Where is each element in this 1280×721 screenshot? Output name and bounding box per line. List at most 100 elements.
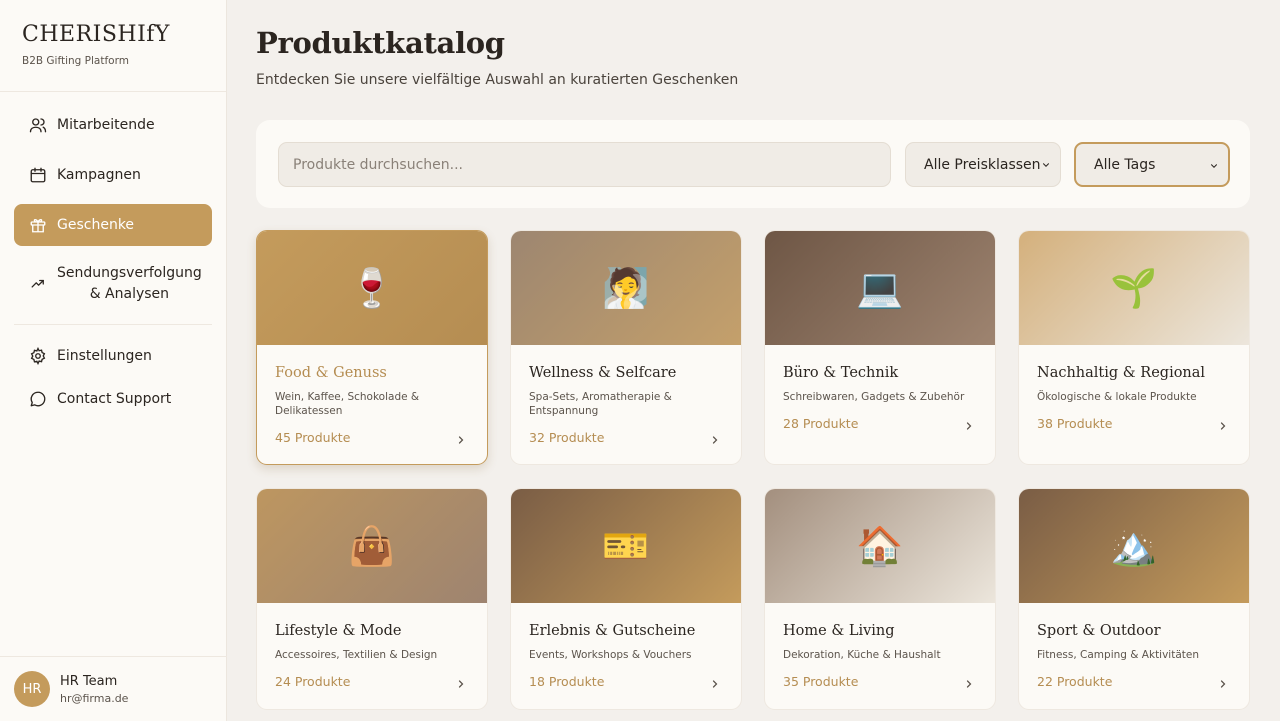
user-name: HR Team [60, 673, 118, 689]
category-card[interactable]: 🎫 Erlebnis & Gutscheine Events, Workshops … [510, 488, 742, 710]
nav-divider [14, 324, 212, 325]
category-footer: 18 Produkte [529, 674, 723, 689]
category-footer: 45 Produkte [275, 430, 469, 445]
category-description: Ökologische & lokale Produkte [1037, 391, 1197, 403]
mountain-icon: 🏔️ [1110, 523, 1158, 568]
seedling-icon: 🌱 [1110, 265, 1158, 310]
category-card[interactable]: 🏔️ Sport & Outdoor Fitness, Camping & Akti… [1018, 488, 1250, 710]
chevron-right-icon[interactable] [455, 675, 469, 689]
trend-icon [28, 274, 48, 294]
category-image: 🧖 [511, 231, 741, 345]
category-card-body: Food & Genuss Wein, Kaffee, Schokolade & … [257, 345, 487, 445]
sidebar-item-label: Sendungsverfolgung & Analysen [57, 263, 202, 305]
chevron-right-icon[interactable] [963, 417, 977, 431]
sidebar: CHERISHIfY B2B Gifting Platform Mitarbei… [0, 0, 227, 721]
handbag-icon: 👜 [348, 523, 396, 568]
category-card[interactable]: 🧖 Wellness & Selfcare Spa-Sets, Aromathera… [510, 230, 742, 465]
category-footer: 38 Produkte [1037, 416, 1231, 431]
category-image: 🏔️ [1019, 489, 1249, 603]
filter-bar: Alle Preisklassen Alle Tags [256, 120, 1250, 208]
wine-glass-icon: 🍷 [348, 265, 396, 310]
category-name: Food & Genuss [275, 365, 387, 381]
spa-person-icon: 🧖 [602, 265, 650, 310]
category-card-body: Lifestyle & Mode Accessoires, Textilien &… [257, 603, 487, 689]
category-card-body: Erlebnis & Gutscheine Events, Workshops &… [511, 603, 741, 689]
product-count: 18 Produkte [529, 674, 605, 689]
product-count: 45 Produkte [275, 430, 351, 445]
sidebar-item-mitarbeitende[interactable]: Mitarbeitende [14, 104, 212, 146]
sidebar-item-label: Contact Support [57, 391, 172, 407]
sidebar-item-contact-support[interactable]: Contact Support [14, 382, 212, 416]
gear-icon [28, 346, 48, 366]
category-footer: 28 Produkte [783, 416, 977, 431]
category-card-body: Sport & Outdoor Fitness, Camping & Aktivi… [1019, 603, 1249, 689]
user-profile[interactable]: HR HR Team hr@firma.de [0, 656, 227, 721]
category-name: Nachhaltig & Regional [1037, 365, 1206, 381]
category-image: 🏠 [765, 489, 995, 603]
category-image: 🌱 [1019, 231, 1249, 345]
category-description: Dekoration, Küche & Haushalt [783, 649, 941, 661]
chevron-right-icon[interactable] [1217, 675, 1231, 689]
chevron-down-icon [1041, 158, 1051, 174]
sidebar-item-label: Einstellungen [57, 348, 152, 364]
tags-select-value: Alle Tags [1094, 156, 1156, 173]
category-card[interactable]: 💻 Büro & Technik Schreibwaren, Gadgets & Z… [764, 230, 996, 465]
category-footer: 22 Produkte [1037, 674, 1231, 689]
category-card-body: Wellness & Selfcare Spa-Sets, Aromatherap… [511, 345, 741, 445]
chevron-right-icon[interactable] [963, 675, 977, 689]
chevron-right-icon[interactable] [455, 431, 469, 445]
page-title: Produktkatalog [256, 26, 505, 60]
house-icon: 🏠 [856, 523, 904, 568]
category-name: Erlebnis & Gutscheine [529, 623, 696, 639]
product-count: 35 Produkte [783, 674, 859, 689]
category-card-body: Home & Living Dekoration, Küche & Haushal… [765, 603, 995, 689]
category-image: 👜 [257, 489, 487, 603]
price-range-select-value: Alle Preisklassen [924, 156, 1041, 173]
product-count: 24 Produkte [275, 674, 351, 689]
sidebar-item-kampagnen[interactable]: Kampagnen [14, 154, 212, 196]
sidebar-item-label-line2: & Analysen [89, 286, 170, 302]
chevron-down-icon [1209, 159, 1219, 175]
price-range-select[interactable]: Alle Preisklassen [905, 142, 1061, 187]
category-footer: 32 Produkte [529, 430, 723, 445]
category-card[interactable]: 🌱 Nachhaltig & Regional Ökologische & loka… [1018, 230, 1250, 465]
category-card[interactable]: 🏠 Home & Living Dekoration, Küche & Hausha… [764, 488, 996, 710]
category-description: Events, Workshops & Vouchers [529, 649, 692, 661]
category-image: 🎫 [511, 489, 741, 603]
user-email: hr@firma.de [60, 691, 129, 705]
sidebar-item-geschenke[interactable]: Geschenke [14, 204, 212, 246]
category-image: 🍷 [257, 231, 487, 345]
chat-bubble-icon [28, 389, 48, 409]
sidebar-item-einstellungen[interactable]: Einstellungen [14, 339, 212, 373]
sidebar-item-sendungsverfolgung[interactable]: Sendungsverfolgung & Analysen [14, 254, 212, 314]
category-name: Home & Living [783, 623, 895, 639]
category-name: Lifestyle & Mode [275, 623, 402, 639]
category-description: Wein, Kaffee, Schokolade & Delikatessen [275, 391, 420, 417]
search-input[interactable] [278, 142, 891, 187]
sidebar-item-label: Kampagnen [57, 167, 141, 183]
gift-icon [28, 215, 48, 235]
category-card[interactable]: 🍷 Food & Genuss Wein, Kaffee, Schokolade &… [256, 230, 488, 465]
brand-subtitle: B2B Gifting Platform [22, 55, 129, 67]
chevron-right-icon[interactable] [1217, 417, 1231, 431]
category-image: 💻 [765, 231, 995, 345]
product-count: 28 Produkte [783, 416, 859, 431]
main-content: Produktkatalog Entdecken Sie unsere viel… [227, 0, 1280, 721]
brand: CHERISHIfY B2B Gifting Platform [0, 0, 226, 92]
category-name: Sport & Outdoor [1037, 623, 1161, 639]
page-subtitle: Entdecken Sie unsere vielfältige Auswahl… [256, 72, 739, 88]
sidebar-item-label: Mitarbeitende [57, 117, 155, 133]
category-name: Büro & Technik [783, 365, 899, 381]
ticket-icon: 🎫 [602, 523, 650, 568]
chevron-right-icon[interactable] [709, 431, 723, 445]
laptop-icon: 💻 [856, 265, 904, 310]
chevron-right-icon[interactable] [709, 675, 723, 689]
calendar-icon [28, 165, 48, 185]
product-count: 38 Produkte [1037, 416, 1113, 431]
brand-logo[interactable]: CHERISHIfY [22, 22, 204, 47]
category-description: Fitness, Camping & Aktivitäten [1037, 649, 1200, 661]
sidebar-item-label: Geschenke [57, 217, 135, 233]
tags-select[interactable]: Alle Tags [1074, 142, 1230, 187]
category-description: Schreibwaren, Gadgets & Zubehör [783, 391, 965, 403]
category-card[interactable]: 👜 Lifestyle & Mode Accessoires, Textilien … [256, 488, 488, 710]
